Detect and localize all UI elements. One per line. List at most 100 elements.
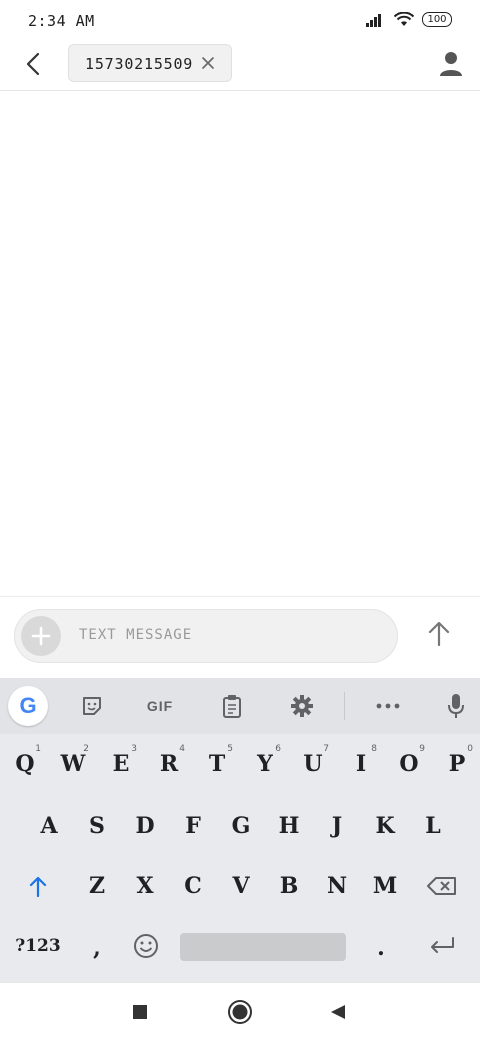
key-i[interactable]: I8 (339, 742, 383, 786)
backspace-key[interactable] (420, 868, 464, 904)
key-f[interactable]: F (171, 804, 215, 848)
key-r[interactable]: R4 (147, 742, 191, 786)
sticker-button[interactable] (72, 688, 112, 724)
key-label: C (184, 873, 202, 899)
key-y[interactable]: Y6 (243, 742, 287, 786)
sticker-icon (83, 697, 101, 715)
microphone-icon (448, 694, 464, 718)
key-e[interactable]: E3 (99, 742, 143, 786)
key-label: T (208, 751, 226, 777)
key-label: L (425, 813, 441, 839)
key-hint: 8 (371, 744, 377, 754)
recipient-chip[interactable]: 15730215509 (68, 44, 232, 82)
key-label: X (136, 873, 154, 899)
key-t[interactable]: T5 (195, 742, 239, 786)
symbols-key[interactable]: ?123 (8, 928, 68, 964)
key-hint: 2 (83, 744, 89, 754)
compose-bar: TEXT MESSAGE (0, 596, 480, 679)
key-b[interactable]: B (267, 864, 311, 908)
key-p[interactable]: P0 (435, 742, 479, 786)
shift-key[interactable] (18, 868, 58, 904)
key-hint: 1 (35, 744, 41, 754)
key-n[interactable]: N (315, 864, 359, 908)
settings-button[interactable] (282, 688, 322, 724)
contact-icon[interactable] (438, 50, 464, 76)
more-dots-icon (376, 703, 400, 709)
key-label: A (40, 813, 58, 839)
key-label: N (326, 873, 348, 899)
key-a[interactable]: A (27, 804, 71, 848)
recipient-number: 15730215509 (85, 55, 194, 73)
key-label: F (185, 813, 201, 839)
key-u[interactable]: U7 (291, 742, 335, 786)
key-z[interactable]: Z (75, 864, 119, 908)
emoji-icon (134, 934, 158, 958)
key-label: Z (88, 873, 106, 899)
key-h[interactable]: H (267, 804, 311, 848)
back-arrow-icon[interactable] (20, 50, 48, 78)
key-k[interactable]: K (363, 804, 407, 848)
key-label: Y (257, 751, 273, 777)
keyboard-toolbar: G GIF (0, 678, 480, 734)
enter-key[interactable] (420, 928, 464, 964)
key-hint: 6 (275, 744, 281, 754)
key-hint: 9 (419, 744, 425, 754)
key-q[interactable]: Q1 (3, 742, 47, 786)
key-l[interactable]: L (411, 804, 455, 848)
home-circle-icon[interactable] (227, 999, 253, 1025)
enter-arrow-icon (431, 937, 454, 953)
key-x[interactable]: X (123, 864, 167, 908)
status-bar: 2:34 AM 100 (0, 0, 480, 42)
key-hint: 0 (467, 744, 473, 754)
recents-square-icon[interactable] (131, 1003, 149, 1021)
key-label: D (135, 813, 155, 839)
key-v[interactable]: V (219, 864, 263, 908)
key-j[interactable]: J (315, 804, 359, 848)
gif-button[interactable]: GIF (140, 688, 180, 724)
back-triangle-icon[interactable] (329, 1003, 347, 1021)
key-m[interactable]: M (363, 864, 407, 908)
key-label: U (303, 751, 323, 777)
key-label: J (331, 813, 343, 839)
add-attachment-button[interactable] (21, 616, 61, 656)
key-label: W (60, 751, 86, 777)
key-c[interactable]: C (171, 864, 215, 908)
comma-key[interactable]: , (82, 928, 112, 968)
key-label: I (355, 751, 367, 777)
backspace-icon (427, 877, 456, 895)
key-label: Q (15, 751, 35, 777)
navigation-bar (0, 982, 480, 1041)
key-label: B (279, 873, 299, 899)
battery-icon: 100 (422, 12, 452, 27)
key-label: O (399, 751, 419, 777)
status-time: 2:34 AM (28, 12, 95, 30)
key-label: V (232, 873, 250, 899)
key-label: K (375, 813, 395, 839)
key-w[interactable]: W2 (51, 742, 95, 786)
status-icons: 100 (366, 12, 452, 27)
voice-input-button[interactable] (436, 688, 476, 724)
clipboard-button[interactable] (212, 688, 252, 724)
key-g[interactable]: G (219, 804, 263, 848)
send-arrow-icon[interactable] (424, 619, 454, 649)
more-button[interactable] (368, 688, 408, 724)
space-key[interactable] (180, 933, 346, 961)
plus-icon (31, 626, 51, 646)
period-key[interactable]: . (366, 928, 396, 968)
key-s[interactable]: S (75, 804, 119, 848)
emoji-key[interactable] (126, 928, 166, 964)
key-label: G (231, 813, 251, 839)
gear-icon (291, 695, 313, 717)
key-o[interactable]: O9 (387, 742, 431, 786)
key-label: P (448, 751, 466, 777)
key-hint: 7 (323, 744, 329, 754)
key-hint: 3 (131, 744, 137, 754)
key-label: E (112, 751, 130, 777)
key-hint: 5 (227, 744, 233, 754)
key-d[interactable]: D (123, 804, 167, 848)
google-search-button[interactable]: G (8, 686, 48, 726)
message-input[interactable]: TEXT MESSAGE (14, 609, 398, 663)
key-label: S (89, 813, 105, 839)
remove-recipient-icon[interactable] (199, 54, 217, 72)
key-label: M (372, 873, 398, 899)
